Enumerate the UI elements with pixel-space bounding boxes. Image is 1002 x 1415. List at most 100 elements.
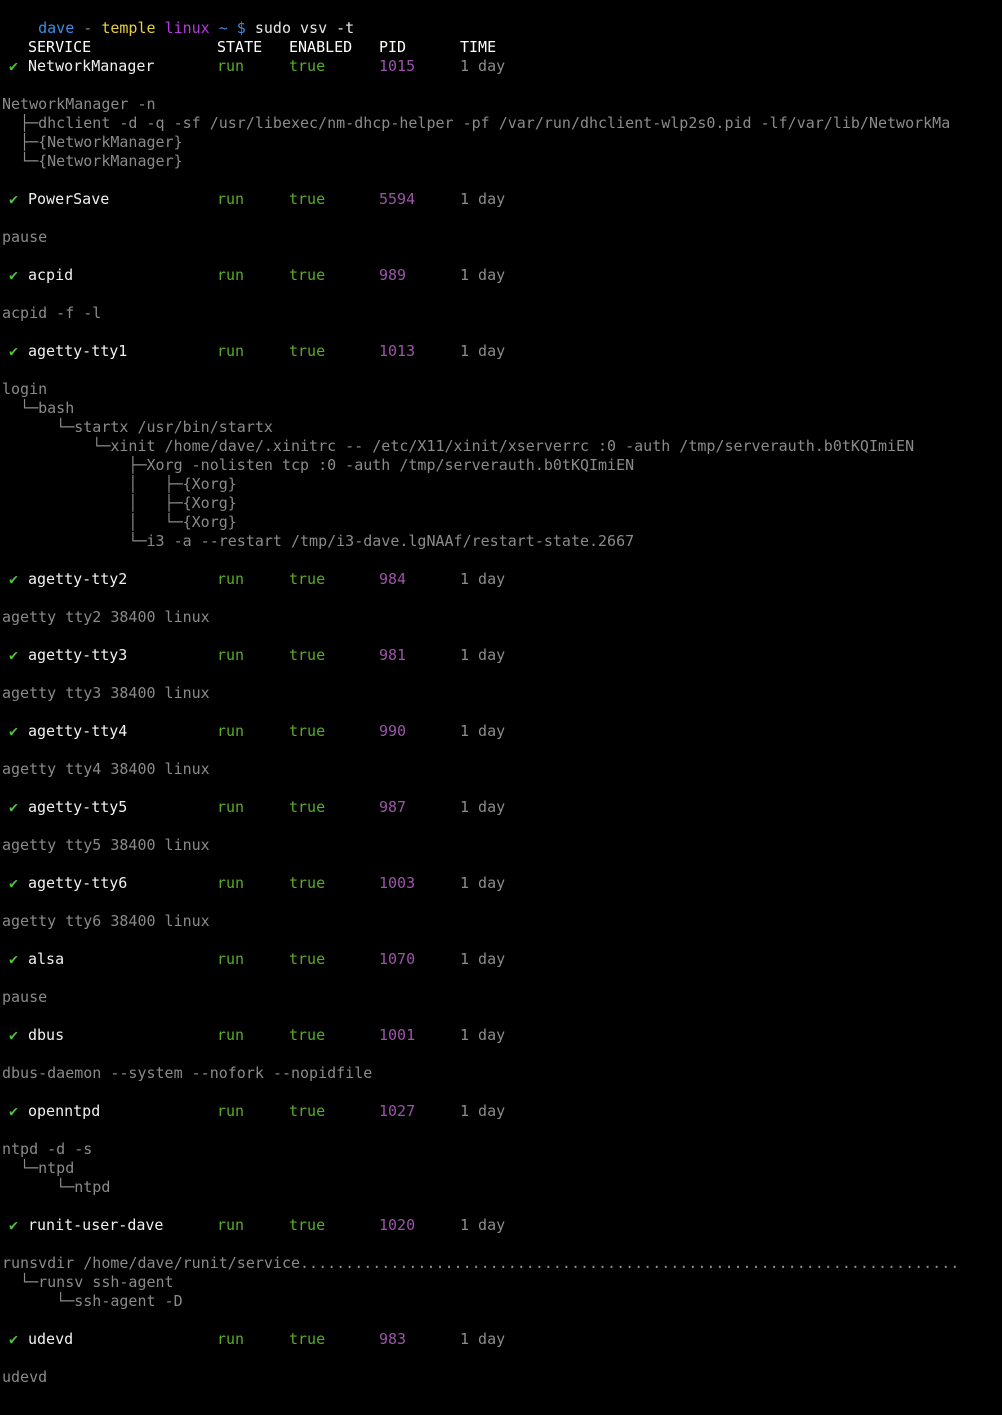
service-enabled: true xyxy=(289,1330,326,1348)
service-time: 1 day xyxy=(460,950,506,968)
service-time: 1 day xyxy=(460,1102,506,1120)
service-enabled: true xyxy=(289,570,326,588)
header-service: SERVICE xyxy=(28,38,92,56)
process-tree-line: agetty tty3 38400 linux xyxy=(2,684,210,702)
service-enabled: true xyxy=(289,1102,326,1120)
prompt-user: dave xyxy=(38,19,75,37)
service-state: run xyxy=(217,266,245,284)
process-tree-line: agetty tty6 38400 linux xyxy=(2,912,210,930)
process-tree-line: NetworkManager -n xyxy=(2,95,156,113)
service-time: 1 day xyxy=(460,798,506,816)
process-tree-line: login xyxy=(2,380,48,398)
status-check-icon: ✔ xyxy=(9,266,19,284)
status-check-icon: ✔ xyxy=(9,1330,19,1348)
service-enabled: true xyxy=(289,646,326,664)
service-row: ✔ agetty-tty1 run true 1013 1 day xyxy=(2,342,1002,361)
service-name: openntpd xyxy=(28,1102,101,1120)
prompt-separator: - xyxy=(74,19,102,37)
process-tree-line: └─runsv ssh-agent xyxy=(2,1273,174,1291)
table-header: SERVICE STATE ENABLED PID TIME xyxy=(2,38,1002,57)
process-tree-line: └─ssh-agent -D xyxy=(2,1292,183,1310)
service-pid: 981 xyxy=(379,646,407,664)
service-time: 1 day xyxy=(460,874,506,892)
service-row: ✔ agetty-tty2 run true 984 1 day xyxy=(2,570,1002,589)
service-name: acpid xyxy=(28,266,74,284)
service-time: 1 day xyxy=(460,570,506,588)
status-check-icon: ✔ xyxy=(9,646,19,664)
service-row: ✔ agetty-tty6 run true 1003 1 day xyxy=(2,874,1002,893)
process-tree-line: │ ├─{Xorg} xyxy=(2,494,237,512)
service-row: ✔ agetty-tty5 run true 987 1 day xyxy=(2,798,1002,817)
status-check-icon: ✔ xyxy=(9,722,19,740)
process-tree-line: └─{NetworkManager} xyxy=(2,152,183,170)
header-pid: PID xyxy=(379,38,407,56)
terminal-window[interactable]: dave - temple linux ~ $ sudo vsv -t SERV… xyxy=(0,0,1002,1415)
process-tree-line: runsvdir /home/dave/runit/service.......… xyxy=(2,1254,960,1272)
status-check-icon: ✔ xyxy=(9,1216,19,1234)
service-pid: 1001 xyxy=(379,1026,416,1044)
prompt-distro: linux xyxy=(164,19,210,37)
service-pid: 1070 xyxy=(379,950,416,968)
service-state: run xyxy=(217,190,245,208)
service-state: run xyxy=(217,1102,245,1120)
service-row: ✔ agetty-tty4 run true 990 1 day xyxy=(2,722,1002,741)
service-enabled: true xyxy=(289,190,326,208)
prompt-command: sudo vsv -t xyxy=(254,19,355,37)
service-state: run xyxy=(217,874,245,892)
service-name: agetty-tty2 xyxy=(28,570,128,588)
service-time: 1 day xyxy=(460,57,506,75)
service-enabled: true xyxy=(289,798,326,816)
service-enabled: true xyxy=(289,722,326,740)
service-name: agetty-tty6 xyxy=(28,874,128,892)
service-name: NetworkManager xyxy=(28,57,155,75)
service-name: agetty-tty1 xyxy=(28,342,128,360)
service-pid: 1020 xyxy=(379,1216,416,1234)
service-state: run xyxy=(217,646,245,664)
service-time: 1 day xyxy=(460,342,506,360)
status-check-icon: ✔ xyxy=(9,190,19,208)
service-row: ✔ PowerSave run true 5594 1 day xyxy=(2,190,1002,209)
process-tree-line: └─bash xyxy=(2,399,75,417)
service-pid: 984 xyxy=(379,570,407,588)
status-check-icon: ✔ xyxy=(9,570,19,588)
process-tree-line: pause xyxy=(2,988,48,1006)
service-row: ✔ runit-user-dave run true 1020 1 day xyxy=(2,1216,1002,1235)
service-enabled: true xyxy=(289,266,326,284)
service-pid: 5594 xyxy=(379,190,416,208)
service-time: 1 day xyxy=(460,646,506,664)
shell-prompt: dave - temple linux ~ $ sudo vsv -t xyxy=(2,0,354,37)
service-state: run xyxy=(217,570,245,588)
status-check-icon: ✔ xyxy=(9,950,19,968)
service-pid: 989 xyxy=(379,266,407,284)
service-row: ✔ agetty-tty3 run true 981 1 day xyxy=(2,646,1002,665)
header-enabled: ENABLED xyxy=(289,38,353,56)
service-state: run xyxy=(217,1330,245,1348)
service-time: 1 day xyxy=(460,1026,506,1044)
service-row: ✔ acpid run true 989 1 day xyxy=(2,266,1002,285)
service-row: ✔ dbus run true 1001 1 day xyxy=(2,1026,1002,1045)
process-tree-line: agetty tty5 38400 linux xyxy=(2,836,210,854)
process-tree-line: agetty tty4 38400 linux xyxy=(2,760,210,778)
process-tree-line: ntpd -d -s xyxy=(2,1140,93,1158)
service-time: 1 day xyxy=(460,722,506,740)
process-tree-line: ├─Xorg -nolisten tcp :0 -auth /tmp/serve… xyxy=(2,456,635,474)
process-tree-line: agetty tty2 38400 linux xyxy=(2,608,210,626)
process-tree-line: │ ├─{Xorg} xyxy=(2,475,237,493)
service-row: ✔ udevd run true 983 1 day xyxy=(2,1330,1002,1349)
process-tree-line: └─startx /usr/bin/startx xyxy=(2,418,273,436)
service-pid: 983 xyxy=(379,1330,407,1348)
service-state: run xyxy=(217,342,245,360)
process-tree-line: dbus-daemon --system --nofork --nopidfil… xyxy=(2,1064,373,1082)
service-enabled: true xyxy=(289,1216,326,1234)
header-time: TIME xyxy=(460,38,497,56)
status-check-icon: ✔ xyxy=(9,874,19,892)
service-state: run xyxy=(217,1026,245,1044)
process-tree-line: ├─{NetworkManager} xyxy=(2,133,183,151)
status-check-icon: ✔ xyxy=(9,57,19,75)
process-tree-line: pause xyxy=(2,228,48,246)
service-enabled: true xyxy=(289,950,326,968)
service-pid: 990 xyxy=(379,722,407,740)
service-state: run xyxy=(217,1216,245,1234)
header-state: STATE xyxy=(217,38,263,56)
service-row: ✔ alsa run true 1070 1 day xyxy=(2,950,1002,969)
